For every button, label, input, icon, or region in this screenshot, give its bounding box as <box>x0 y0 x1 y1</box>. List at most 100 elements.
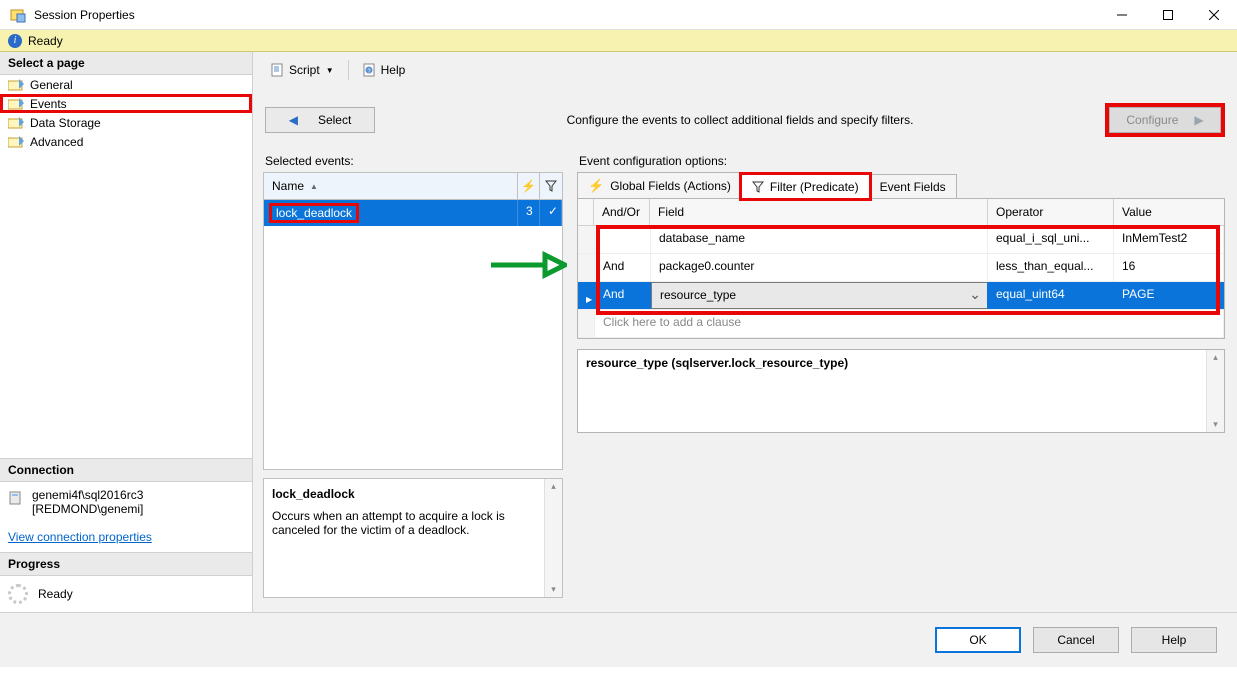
event-filter-flag: ✓ <box>540 200 562 226</box>
page-label: Events <box>30 97 67 111</box>
script-button[interactable]: Script ▼ <box>265 61 340 79</box>
help-icon: ? <box>363 63 377 77</box>
annotation-arrow <box>487 250 567 280</box>
page-icon <box>8 79 24 91</box>
col-name[interactable]: Name ▲ <box>264 173 518 199</box>
server-icon <box>8 490 24 506</box>
event-name: lock_deadlock <box>276 206 352 220</box>
col-field[interactable]: Field <box>650 199 988 225</box>
minimize-button[interactable] <box>1099 0 1145 30</box>
arrow-left-icon: ◀ <box>289 113 298 127</box>
help-button[interactable]: Help <box>1131 627 1217 653</box>
event-config-panel: Event configuration options: ⚡ Global Fi… <box>577 150 1225 598</box>
event-desc-title: lock_deadlock <box>272 487 536 501</box>
grid-header: Name ▲ ⚡ <box>264 173 562 200</box>
tab-label: Event Fields <box>880 180 946 194</box>
value-cell[interactable]: PAGE <box>1114 282 1224 309</box>
toolbar: Script ▼ ? Help <box>263 56 1225 84</box>
field-cell[interactable]: database_name <box>651 226 988 253</box>
predicate-row-selected[interactable]: And resource_type equal_uint64 PAGE <box>578 282 1224 310</box>
page-events[interactable]: Events <box>0 94 252 113</box>
selected-events-grid: Name ▲ ⚡ <box>263 172 563 470</box>
col-operator[interactable]: Operator <box>988 199 1114 225</box>
help-label: Help <box>381 63 406 77</box>
mid-description: Configure the events to collect addition… <box>389 113 1091 127</box>
page-advanced[interactable]: Advanced <box>0 132 252 151</box>
col-filter[interactable] <box>540 173 562 199</box>
tab-event-fields[interactable]: Event Fields <box>869 174 957 199</box>
view-connection-properties-link[interactable]: View connection properties <box>0 522 252 552</box>
page-label: Data Storage <box>30 116 101 130</box>
scroll-down-icon: ▾ <box>1213 417 1218 432</box>
scroll-down-icon: ▾ <box>551 582 556 597</box>
operator-cell[interactable]: equal_i_sql_uni... <box>988 226 1114 253</box>
scrollbar[interactable]: ▴▾ <box>544 479 562 597</box>
dialog-footer: OK Cancel Help <box>0 612 1237 667</box>
value-cell[interactable]: InMemTest2 <box>1114 226 1224 253</box>
sort-asc-icon: ▲ <box>310 182 318 191</box>
operator-cell[interactable]: less_than_equal... <box>988 254 1114 281</box>
configure-button[interactable]: Configure ▶ <box>1109 107 1221 133</box>
progress-row: Ready <box>0 576 252 612</box>
connection-user: [REDMOND\genemi] <box>32 502 143 516</box>
script-icon <box>271 63 285 77</box>
add-clause-row[interactable]: Click here to add a clause <box>578 310 1224 338</box>
arrow-right-icon: ▶ <box>1194 113 1203 127</box>
dropdown-icon: ▼ <box>326 66 334 75</box>
tab-label: Filter (Predicate) <box>770 180 859 194</box>
ok-button[interactable]: OK <box>935 627 1021 653</box>
cancel-label: Cancel <box>1057 633 1094 647</box>
add-clause-hint: Click here to add a clause <box>595 310 1224 337</box>
col-name-label: Name <box>272 179 304 193</box>
andor-cell[interactable]: And <box>595 254 651 281</box>
help-button[interactable]: ? Help <box>357 61 412 79</box>
cancel-button[interactable]: Cancel <box>1033 627 1119 653</box>
window-title: Session Properties <box>34 8 135 22</box>
andor-cell[interactable]: And <box>595 282 651 309</box>
scroll-up-icon: ▴ <box>551 479 556 494</box>
scrollbar[interactable]: ▴▾ <box>1206 350 1224 432</box>
andor-cell[interactable] <box>595 226 651 253</box>
col-value[interactable]: Value <box>1114 199 1224 225</box>
configure-highlight: Configure ▶ <box>1105 103 1225 137</box>
predicate-header: And/Or Field Operator Value <box>578 199 1224 226</box>
predicate-row[interactable]: database_name equal_i_sql_uni... InMemTe… <box>578 226 1224 254</box>
maximize-button[interactable] <box>1145 0 1191 30</box>
toolbar-separator <box>348 60 349 80</box>
progress-header: Progress <box>0 552 252 576</box>
tab-filter-predicate[interactable]: Filter (Predicate) <box>741 174 870 199</box>
col-actions[interactable]: ⚡ <box>518 173 540 199</box>
predicate-row[interactable]: And package0.counter less_than_equal... … <box>578 254 1224 282</box>
select-button-label: Select <box>318 113 351 127</box>
app-icon <box>10 7 26 23</box>
script-label: Script <box>289 63 320 77</box>
page-data-storage[interactable]: Data Storage <box>0 113 252 132</box>
funnel-icon <box>752 181 764 193</box>
progress-status: Ready <box>38 587 73 601</box>
close-button[interactable] <box>1191 0 1237 30</box>
page-icon <box>8 117 24 129</box>
page-label: Advanced <box>30 135 83 149</box>
right-pane: Script ▼ ? Help ◀ Select Configure the e… <box>253 52 1237 612</box>
connection-server: genemi4f\sql2016rc3 <box>32 488 143 502</box>
funnel-icon <box>545 180 557 192</box>
connection-header: Connection <box>0 458 252 482</box>
select-button[interactable]: ◀ Select <box>265 107 375 133</box>
page-label: General <box>30 78 73 92</box>
info-icon: i <box>8 34 22 48</box>
scroll-up-icon: ▴ <box>1213 350 1218 365</box>
field-cell-dropdown[interactable]: resource_type <box>651 282 988 309</box>
field-cell[interactable]: package0.counter <box>651 254 988 281</box>
event-description-box: lock_deadlock Occurs when an attempt to … <box>263 478 563 598</box>
predicate-grid: And/Or Field Operator Value database_nam… <box>577 198 1225 339</box>
grid-body: lock_deadlock 3 ✓ <box>264 200 562 226</box>
operator-cell[interactable]: equal_uint64 <box>988 282 1114 309</box>
event-row[interactable]: lock_deadlock 3 ✓ <box>264 200 562 226</box>
page-list: General Events Data Storage Advanced <box>0 75 252 151</box>
progress-spinner-icon <box>8 584 28 604</box>
tab-global-fields[interactable]: ⚡ Global Fields (Actions) <box>577 172 742 199</box>
page-general[interactable]: General <box>0 75 252 94</box>
value-cell[interactable]: 16 <box>1114 254 1224 281</box>
selected-events-label: Selected events: <box>265 154 563 168</box>
col-andor[interactable]: And/Or <box>594 199 650 225</box>
